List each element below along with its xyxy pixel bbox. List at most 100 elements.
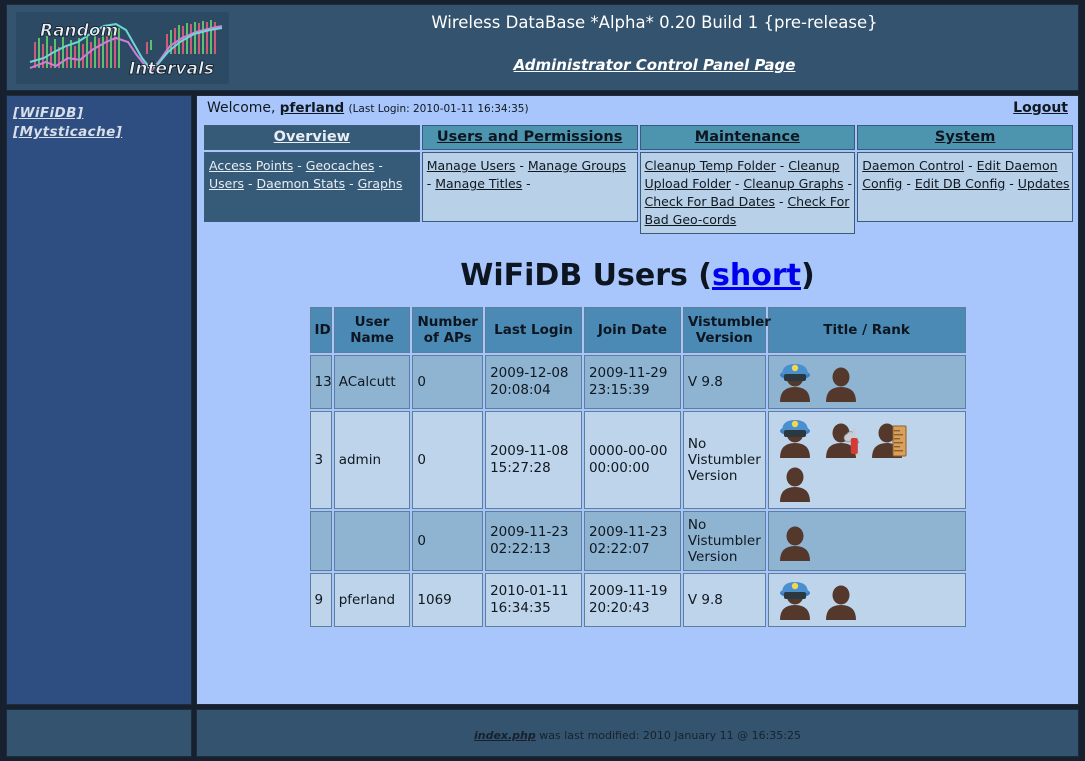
column-header-title-rank-line1: Title / Rank (823, 322, 910, 338)
cell-number-of-aps: 0 (412, 355, 484, 409)
table-row[interactable]: 3 admin 0 2009-11-08 15:27:28 0000-00-00 00:00… (309, 408, 966, 509)
cell-join-date: 2009-11-19 20:20:43 (583, 573, 681, 627)
cell-user-name: ACalcutt (333, 355, 411, 409)
page-title-short-link[interactable]: short (712, 258, 801, 293)
nav-links-system: Daemon Control - Edit Daemon Config - Ed… (857, 152, 1073, 222)
column-header-vistumbler-version: Vistumbler Version (682, 307, 771, 353)
column-header-user-name-line1: User (354, 314, 390, 330)
nav-link-users[interactable]: Users (209, 176, 244, 191)
nav-link-check-for-bad-dates[interactable]: Check For Bad Dates (645, 194, 775, 209)
cell-number-of-aps: 0 (412, 511, 484, 571)
nav-links-users-and-permissions: Manage Users - Manage Groups - Manage Ti… (421, 152, 638, 222)
application-page: Random Intervals Wireless DataBase *Alph… (0, 0, 1085, 761)
nav-tab-users-and-permissions-label[interactable]: Users and Permissions (437, 129, 622, 145)
nav-heading-cell-maintenance: Maintenance (639, 125, 856, 150)
cell-join-date: 2009-11-23 02:22:07 (583, 511, 681, 571)
sidebar-footer (6, 709, 192, 757)
sidebar-item-mytsticache[interactable]: [Mytsticache] (13, 123, 191, 142)
nav-tab-overview-label[interactable]: Overview (274, 129, 350, 145)
cell-title-rank (767, 408, 966, 509)
user-silhouette-icon (821, 570, 867, 620)
table-row[interactable]: 13 ACalcutt 0 2009-12-08 20:08:04 2009-11-29 2… (309, 352, 966, 409)
nav-links-cell-maintenance: Cleanup Temp Folder - Cleanup Upload Fol… (639, 152, 856, 234)
cell-title-rank (767, 352, 966, 409)
nav-links-cell-users: Manage Users - Manage Groups - Manage Ti… (421, 152, 638, 234)
cell-number-of-aps: 0 (412, 411, 484, 509)
nav-link-daemon-stats[interactable]: Daemon Stats (256, 176, 345, 191)
nav-link-geocaches[interactable]: Geocaches (306, 158, 375, 173)
nav-links-row: Access Points - Geocaches - Users - Daem… (204, 152, 1073, 234)
nav-heading-cell-overview: Overview (204, 125, 420, 150)
cell-join-date: 0000-00-00 00:00:00 (583, 411, 681, 509)
nav-link-access-points[interactable]: Access Points (209, 158, 293, 173)
user-silhouette-icon (821, 352, 867, 402)
welcome-bar: Welcome, pferland (Last Login: 2010-01-1… (197, 96, 1078, 123)
nav-link-cleanup-graphs[interactable]: Cleanup Graphs (743, 176, 843, 191)
logout-link[interactable]: Logout (1013, 100, 1068, 116)
nav-link-manage-users[interactable]: Manage Users (427, 158, 516, 173)
cell-id: 9 (309, 573, 332, 627)
nav-link-updates[interactable]: Updates (1018, 176, 1070, 191)
cell-vistumbler-version: V 9.8 (682, 355, 766, 409)
nav-tab-system-label[interactable]: System (935, 129, 995, 145)
nav-links-maintenance: Cleanup Temp Folder - Cleanup Upload Fol… (639, 152, 856, 234)
page-footer: index.php was last modified: 2010 Januar… (196, 709, 1079, 757)
cell-last-login: 2009-11-08 15:27:28 (485, 411, 582, 509)
page-subtitle-wrap: Administrator Control Panel Page (237, 55, 1072, 74)
cell-last-login: 2009-11-23 02:22:13 (485, 511, 582, 571)
column-header-vistumbler-line1: Vistumbler (687, 314, 771, 330)
sidebar-item-wifidb[interactable]: [WiFiDB] (13, 104, 191, 123)
logo-text-intervals: Intervals (129, 59, 214, 79)
page-header: Random Intervals Wireless DataBase *Alph… (6, 4, 1079, 91)
technician-icon (821, 408, 867, 458)
admin-control-panel-link[interactable]: Administrator Control Panel Page (514, 56, 796, 74)
column-header-join-date: Join Date (583, 307, 681, 353)
column-header-vistumbler-line2: Version (695, 330, 753, 346)
navigation-table: Overview Users and Permissions Maintenan… (202, 123, 1075, 236)
nav-link-manage-titles[interactable]: Manage Titles (435, 176, 522, 191)
table-row[interactable]: 0 2009-11-23 02:22:13 2009-11-23 02:22:07 No … (309, 511, 966, 571)
nav-tab-maintenance[interactable]: Maintenance (639, 125, 856, 150)
cell-user-name: admin (333, 411, 411, 509)
nav-links-cell-system: Daemon Control - Edit Daemon Config - Ed… (857, 152, 1073, 234)
nav-tab-overview[interactable]: Overview (204, 125, 420, 150)
users-table-container: ID User Name Number of APs Last Login Jo… (197, 305, 1078, 629)
user-silhouette-icon (775, 452, 821, 502)
cell-number-of-aps: 1069 (412, 573, 484, 627)
column-header-title-rank: Title / Rank (767, 307, 966, 353)
cell-id (309, 511, 332, 571)
cell-last-login: 2010-01-11 16:34:35 (485, 573, 582, 627)
nav-link-manage-groups[interactable]: Manage Groups (528, 158, 626, 173)
nav-heading-row: Overview Users and Permissions Maintenan… (204, 125, 1073, 150)
random-intervals-logo: Random Intervals (16, 12, 229, 84)
users-table-body: 13 ACalcutt 0 2009-12-08 20:08:04 2009-11-29 2… (309, 352, 966, 627)
nav-tab-users-and-permissions[interactable]: Users and Permissions (421, 125, 638, 150)
nav-link-graphs[interactable]: Graphs (358, 176, 403, 191)
nav-heading-cell-users: Users and Permissions (421, 125, 638, 150)
page-title-tail: ) (800, 258, 815, 293)
cell-title-rank (767, 570, 966, 627)
welcome-greeting: Welcome, (207, 100, 276, 116)
table-row[interactable]: 9 pferland 1069 2010-01-11 16:34:35 2009-11-1… (309, 570, 966, 627)
welcome-username[interactable]: pferland (280, 100, 344, 116)
nav-tab-maintenance-label[interactable]: Maintenance (695, 129, 800, 145)
nav-heading-cell-system: System (857, 125, 1073, 150)
nav-links-overview: Access Points - Geocaches - Users - Daem… (204, 152, 420, 222)
nav-link-daemon-control[interactable]: Daemon Control (862, 158, 964, 173)
column-header-aps-line2: of APs (423, 330, 472, 346)
footer-text-wrap: index.php was last modified: 2010 Januar… (474, 729, 801, 742)
footer-file-link[interactable]: index.php (474, 729, 536, 742)
app-title: Wireless DataBase *Alpha* 0.20 Build 1 {… (431, 13, 878, 32)
logo-waveform-graphic: Random Intervals (16, 12, 229, 84)
users-table-head: ID User Name Number of APs Last Login Jo… (309, 307, 966, 353)
cell-title-rank (767, 511, 966, 571)
column-header-number-of-aps: Number of APs (412, 307, 484, 353)
nav-tab-system[interactable]: System (857, 125, 1073, 150)
police-officer-icon (775, 352, 821, 402)
cell-id: 13 (309, 355, 332, 409)
nav-link-cleanup-temp-folder[interactable]: Cleanup Temp Folder (645, 158, 776, 173)
nav-link-edit-db-config[interactable]: Edit DB Config (915, 176, 1005, 191)
footer-modified-text: was last modified: 2010 January 11 @ 16:… (535, 729, 802, 742)
cell-user-name: pferland (333, 573, 411, 627)
cell-id: 3 (309, 411, 332, 509)
